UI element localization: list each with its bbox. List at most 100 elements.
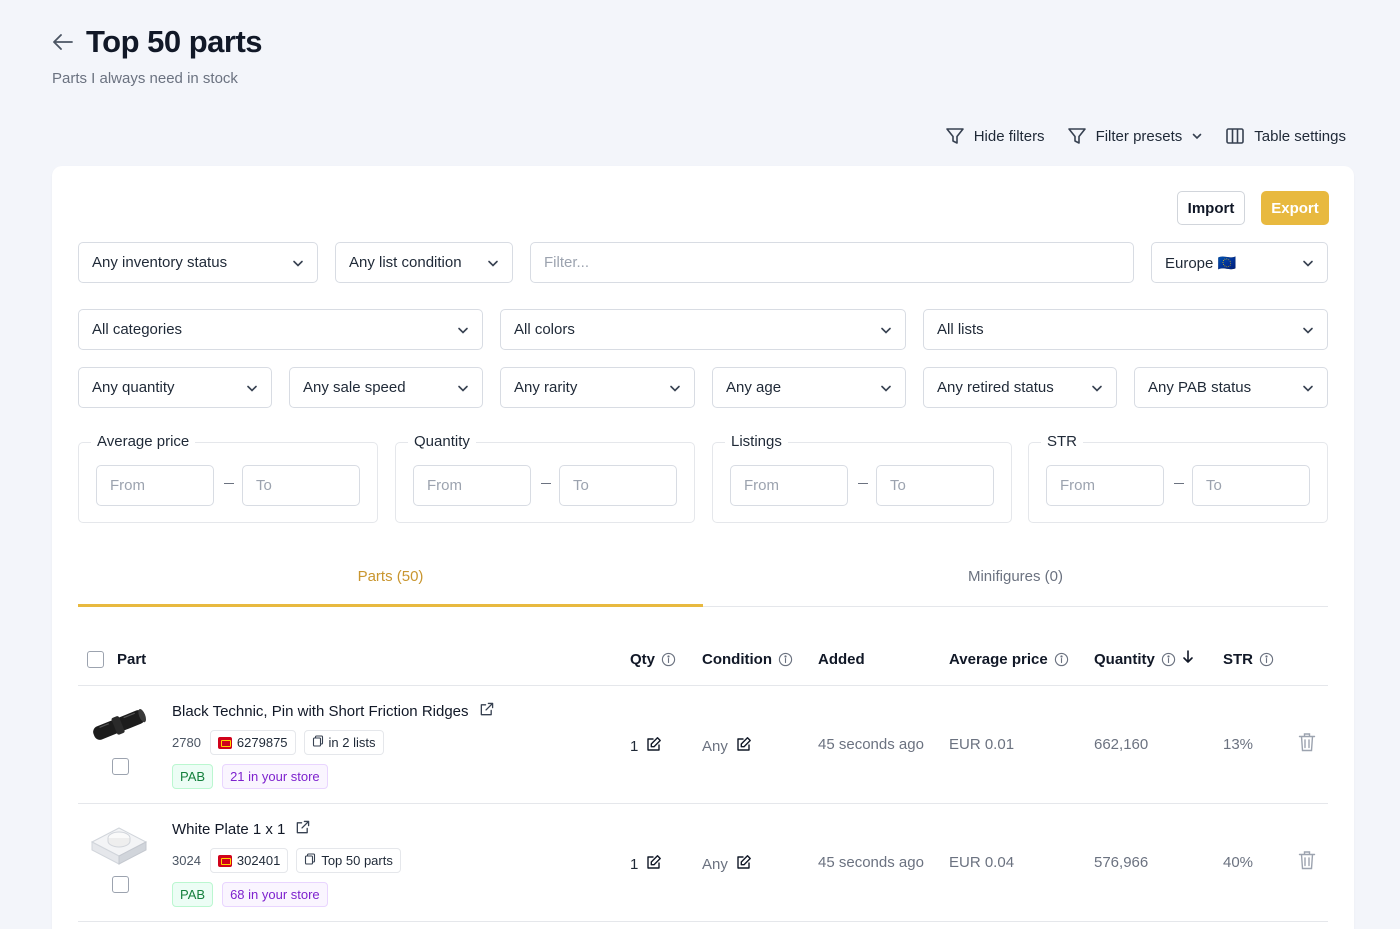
categories-select[interactable]: All categories [78,309,483,350]
hide-filters-button[interactable]: Hide filters [945,126,1045,146]
listings-range: Listings From To [712,433,1012,523]
external-link-icon[interactable] [295,820,310,839]
chevron-down-icon [486,256,500,270]
column-condition-label: Condition [702,650,772,668]
lists-chip[interactable]: Top 50 parts [296,848,401,873]
lists-text: in 2 lists [328,735,376,750]
info-icon[interactable] [1054,652,1069,667]
lists-chip[interactable]: in 2 lists [303,730,384,755]
info-icon[interactable] [778,652,793,667]
qty-value: 1 [630,855,639,873]
back-arrow-icon[interactable] [52,31,74,53]
str-to-input[interactable]: To [1192,465,1310,506]
page-subtitle: Parts I always need in stock [52,70,238,87]
column-quantity[interactable]: Quantity [1094,636,1194,682]
list-condition-select[interactable]: Any list condition [335,242,513,283]
select-all-checkbox[interactable] [87,650,104,668]
column-average-price[interactable]: Average price [949,636,1069,682]
quantity-cell: 662,160 [1094,736,1149,753]
info-icon[interactable] [1259,652,1274,667]
edit-icon[interactable] [736,854,752,874]
column-quantity-label: Quantity [1094,650,1155,668]
listings-from-input[interactable]: From [730,465,848,506]
row-checkbox[interactable] [112,758,129,775]
quantity-value: Any quantity [92,379,175,396]
column-qty[interactable]: Qty [630,636,676,682]
quantity-to-input[interactable]: To [559,465,677,506]
region-value: Europe 🇪🇺 [1165,254,1237,272]
filter-presets-button[interactable]: Filter presets [1067,126,1204,146]
sale-speed-select[interactable]: Any sale speed [289,367,483,408]
edit-icon[interactable] [646,854,662,874]
filter-icon [945,126,965,146]
pab-badge: PAB [172,882,214,907]
str-cell: 13% [1223,736,1254,753]
column-condition[interactable]: Condition [702,636,793,682]
listings-to-input[interactable]: To [876,465,994,506]
part-number: 3024 [172,853,201,868]
str-from-input[interactable]: From [1046,465,1164,506]
colors-select[interactable]: All colors [500,309,906,350]
region-select[interactable]: Europe 🇪🇺 [1151,242,1328,283]
search-input[interactable]: Filter... [530,242,1134,283]
lego-id-chip[interactable]: 6279875 [209,730,296,755]
sale-speed-value: Any sale speed [303,379,406,396]
lists-select[interactable]: All lists [923,309,1328,350]
row-checkbox[interactable] [112,876,129,893]
tab-parts[interactable]: Parts (50) [78,550,703,607]
average-price-to-input[interactable]: To [242,465,360,506]
retired-status-select[interactable]: Any retired status [923,367,1117,408]
page-title: Top 50 parts [86,24,263,59]
average-price-from-input[interactable]: From [96,465,214,506]
part-name[interactable]: Black Technic, Pin with Short Friction R… [172,702,494,721]
main-card: Import Export Any inventory status Any l… [52,166,1354,929]
import-button[interactable]: Import [1177,191,1245,225]
info-icon[interactable] [661,652,676,667]
condition-cell: Any [702,736,752,756]
column-part[interactable]: Part [117,636,146,682]
filter-icon [1067,126,1087,146]
column-added[interactable]: Added [818,636,865,682]
column-added-label: Added [818,650,865,668]
store-badge[interactable]: 68 in your store [222,882,328,907]
sort-descending-icon[interactable] [1182,650,1194,668]
pab-status-select[interactable]: Any PAB status [1134,367,1328,408]
column-qty-label: Qty [630,650,656,668]
quantity-from-input[interactable]: From [413,465,531,506]
qty-cell: 1 [630,854,662,874]
info-icon[interactable] [1161,652,1176,667]
edit-icon[interactable] [646,736,662,756]
trash-icon[interactable] [1298,850,1316,874]
range-label: Quantity [408,433,476,450]
external-link-icon[interactable] [479,702,494,721]
added-cell: 45 seconds ago [818,854,924,871]
store-badge[interactable]: 21 in your store [222,764,328,789]
part-name[interactable]: White Plate 1 x 1 [172,820,310,839]
chevron-down-icon [456,323,470,337]
white-plate-image [86,818,152,868]
copy-icon [312,735,324,750]
quantity-select[interactable]: Any quantity [78,367,272,408]
range-label: STR [1041,433,1083,450]
average-price-range: Average price From To [78,433,378,523]
part-meta: 3024 302401 Top 50 parts [172,848,401,873]
lists-value: All lists [937,321,984,338]
table-settings-button[interactable]: Table settings [1225,126,1346,146]
column-str[interactable]: STR [1223,636,1274,682]
range-separator [858,483,868,484]
range-separator [224,483,234,484]
qty-cell: 1 [630,736,662,756]
lego-id-chip[interactable]: 302401 [209,848,289,873]
range-label: Listings [725,433,788,450]
age-select[interactable]: Any age [712,367,906,408]
condition-value: Any [702,737,728,755]
edit-icon[interactable] [736,736,752,756]
rarity-select[interactable]: Any rarity [500,367,695,408]
condition-value: Any [702,855,728,873]
lego-id: 6279875 [236,735,288,750]
lego-id: 302401 [236,853,281,868]
inventory-status-select[interactable]: Any inventory status [78,242,318,283]
export-button[interactable]: Export [1261,191,1329,225]
trash-icon[interactable] [1298,732,1316,756]
tab-minifigures[interactable]: Minifigures (0) [703,550,1328,606]
